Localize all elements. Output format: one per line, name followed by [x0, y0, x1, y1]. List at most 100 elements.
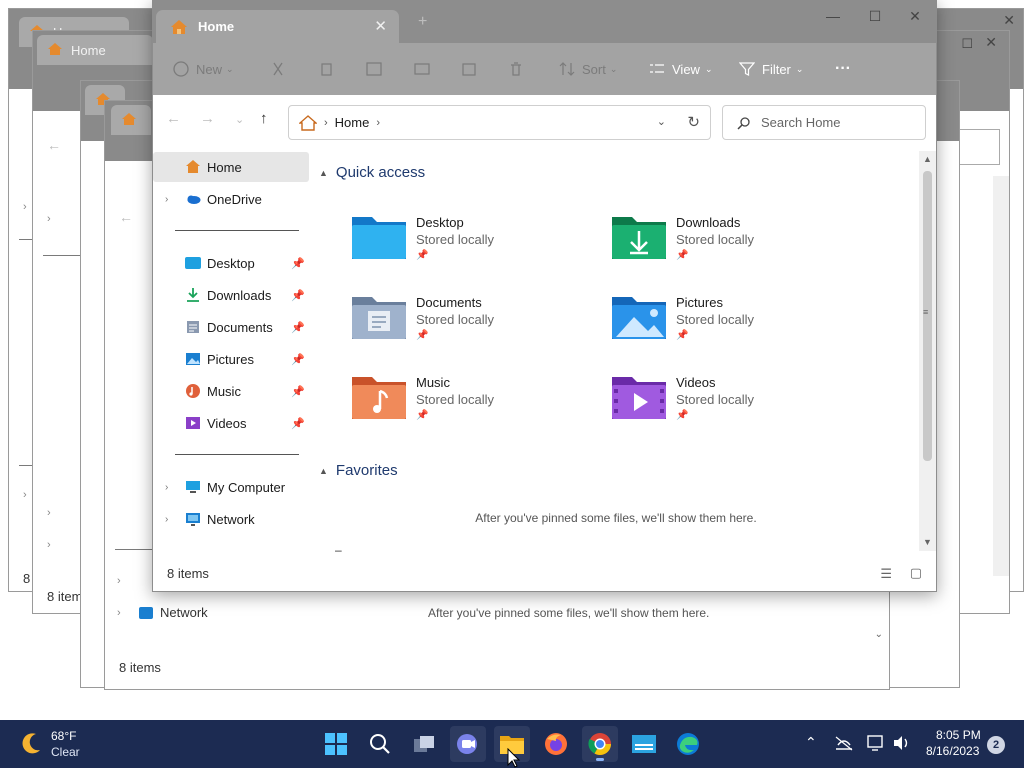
folder-name: Music	[416, 375, 450, 390]
details-view-icon[interactable]: ☰	[880, 566, 892, 582]
up-icon[interactable]: ↑	[260, 110, 268, 127]
search-taskbar-button[interactable]	[362, 726, 398, 762]
new-tab-button[interactable]: +	[418, 13, 427, 31]
quick-access-pictures[interactable]: Pictures Stored locally 📌	[610, 293, 850, 357]
expand-chevron-icon[interactable]: ›	[165, 194, 168, 205]
collapse-caret-icon[interactable]: ▲	[319, 168, 328, 178]
recent-locations-icon[interactable]: ⌄	[235, 113, 244, 126]
sort-button[interactable]: Sort ⌄	[559, 43, 617, 95]
notification-badge[interactable]: 2	[987, 736, 1005, 754]
more-options-icon[interactable]: ···	[835, 43, 851, 95]
network-icon	[186, 513, 200, 526]
download-icon	[187, 288, 199, 302]
sidebar-item-network[interactable]: › Network	[153, 504, 309, 534]
sidebar-item-music[interactable]: Music 📌	[153, 376, 309, 406]
sidebar-item-documents[interactable]: Documents 📌	[153, 312, 309, 342]
filter-button[interactable]: Filter ⌄	[739, 43, 803, 95]
quick-access-title: Quick access	[335, 164, 426, 181]
new-button[interactable]: New ⌄	[173, 43, 234, 95]
pictures-folder-icon	[612, 297, 666, 339]
chrome-button[interactable]	[582, 726, 618, 762]
show-hidden-icons-icon[interactable]: ⌃	[805, 734, 817, 751]
moon-icon[interactable]	[18, 728, 44, 758]
file-explorer-window: Home ✕ + — ☐ ✕ New ⌄ Sort ⌄ View ⌄ Filte…	[152, 0, 937, 592]
delete-icon[interactable]	[509, 43, 530, 95]
sidebar-label: OneDrive	[207, 191, 262, 207]
maximize-button[interactable]: ☐	[855, 4, 895, 28]
task-view-button[interactable]	[406, 726, 442, 762]
quick-access-music[interactable]: Music Stored locally 📌	[350, 373, 590, 437]
sidebar-item-my-computer[interactable]: › My Computer	[153, 472, 309, 502]
plus-circle-icon	[173, 61, 189, 77]
pin-icon[interactable]: 📌	[291, 353, 305, 366]
favorites-header[interactable]: ▲ Favorites	[319, 462, 398, 479]
music-folder-icon	[352, 377, 406, 419]
pin-icon[interactable]: 📌	[291, 321, 305, 334]
display-icon[interactable]	[866, 734, 886, 752]
scroll-down-icon[interactable]: ▼	[922, 537, 933, 549]
rename-icon[interactable]	[413, 43, 438, 95]
search-input[interactable]	[761, 115, 911, 130]
refresh-icon[interactable]: ↻	[687, 113, 700, 131]
address-dropdown-icon[interactable]: ⌄	[657, 115, 666, 128]
pin-icon[interactable]: 📌	[291, 385, 305, 398]
clock-date[interactable]: 8/16/2023	[926, 744, 979, 758]
paste-icon[interactable]	[365, 43, 390, 95]
pin-icon[interactable]: 📌	[291, 417, 305, 430]
breadcrumb-home[interactable]: Home	[335, 115, 370, 130]
collapse-caret-icon[interactable]: ▲	[319, 466, 328, 476]
scroll-up-icon[interactable]: ▲	[922, 154, 933, 166]
start-button[interactable]	[318, 726, 354, 762]
quick-access-downloads[interactable]: Downloads Stored locally 📌	[610, 213, 850, 277]
sidebar-item-pictures[interactable]: Pictures 📌	[153, 344, 309, 374]
minimize-button[interactable]: —	[813, 4, 853, 28]
firefox-button[interactable]	[538, 726, 574, 762]
sidebar-item-downloads[interactable]: Downloads 📌	[153, 280, 309, 310]
new-label: New	[196, 61, 223, 77]
vertical-scrollbar[interactable]: ▲ ≡ ▼	[919, 151, 936, 551]
cloud-icon	[187, 195, 201, 204]
sidebar-label: Home	[207, 159, 242, 175]
tab-close-icon[interactable]: ✕	[374, 17, 387, 35]
expand-chevron-icon[interactable]: ›	[165, 482, 168, 493]
tab-home[interactable]: Home ✕	[156, 10, 399, 43]
search-box[interactable]	[722, 105, 926, 140]
sidebar-item-desktop[interactable]: Desktop 📌	[153, 248, 309, 278]
copy-icon[interactable]	[319, 43, 340, 95]
address-bar[interactable]: › Home › ⌄ ↻	[288, 105, 711, 140]
chat-button[interactable]	[450, 726, 486, 762]
pin-icon: 📌	[676, 250, 689, 261]
sidebar-item-home[interactable]: Home	[153, 152, 309, 182]
quick-access-desktop[interactable]: Desktop Stored locally 📌	[350, 213, 590, 277]
chat-icon	[457, 734, 477, 754]
video-icon	[186, 417, 200, 429]
clock-time[interactable]: 8:05 PM	[936, 728, 981, 742]
app-button[interactable]	[626, 726, 662, 762]
edge-button[interactable]	[670, 726, 706, 762]
expand-chevron-icon[interactable]: ›	[165, 514, 168, 525]
breadcrumb-separator[interactable]: ›	[376, 117, 380, 129]
folder-name: Documents	[416, 295, 482, 310]
quick-access-videos[interactable]: Videos Stored locally 📌	[610, 373, 850, 437]
back-icon[interactable]: ←	[166, 110, 181, 127]
quick-access-header[interactable]: ▲ Quick access	[319, 164, 425, 181]
weather-desc: Clear	[51, 745, 80, 759]
share-icon[interactable]	[461, 43, 484, 95]
forward-icon[interactable]: →	[200, 110, 215, 127]
tiles-view-icon[interactable]: ▢	[910, 565, 922, 581]
volume-icon[interactable]	[892, 734, 910, 752]
close-button[interactable]: ✕	[895, 4, 935, 28]
computer-icon	[186, 481, 200, 493]
pin-icon[interactable]: 📌	[291, 257, 305, 270]
sidebar-item-onedrive[interactable]: › OneDrive	[153, 184, 309, 214]
favorites-dash: –	[335, 543, 342, 557]
network-status-icon[interactable]	[834, 735, 854, 751]
sidebar-item-videos[interactable]: Videos 📌	[153, 408, 309, 438]
pin-icon[interactable]: 📌	[291, 289, 305, 302]
content-pane: ▲ Quick access Desktop Stored locally 📌 …	[313, 151, 919, 557]
sidebar-label: Music	[207, 383, 241, 399]
cut-icon[interactable]	[271, 43, 292, 95]
pin-icon: 📌	[676, 410, 689, 421]
quick-access-documents[interactable]: Documents Stored locally 📌	[350, 293, 590, 357]
view-button[interactable]: View ⌄	[649, 43, 713, 95]
